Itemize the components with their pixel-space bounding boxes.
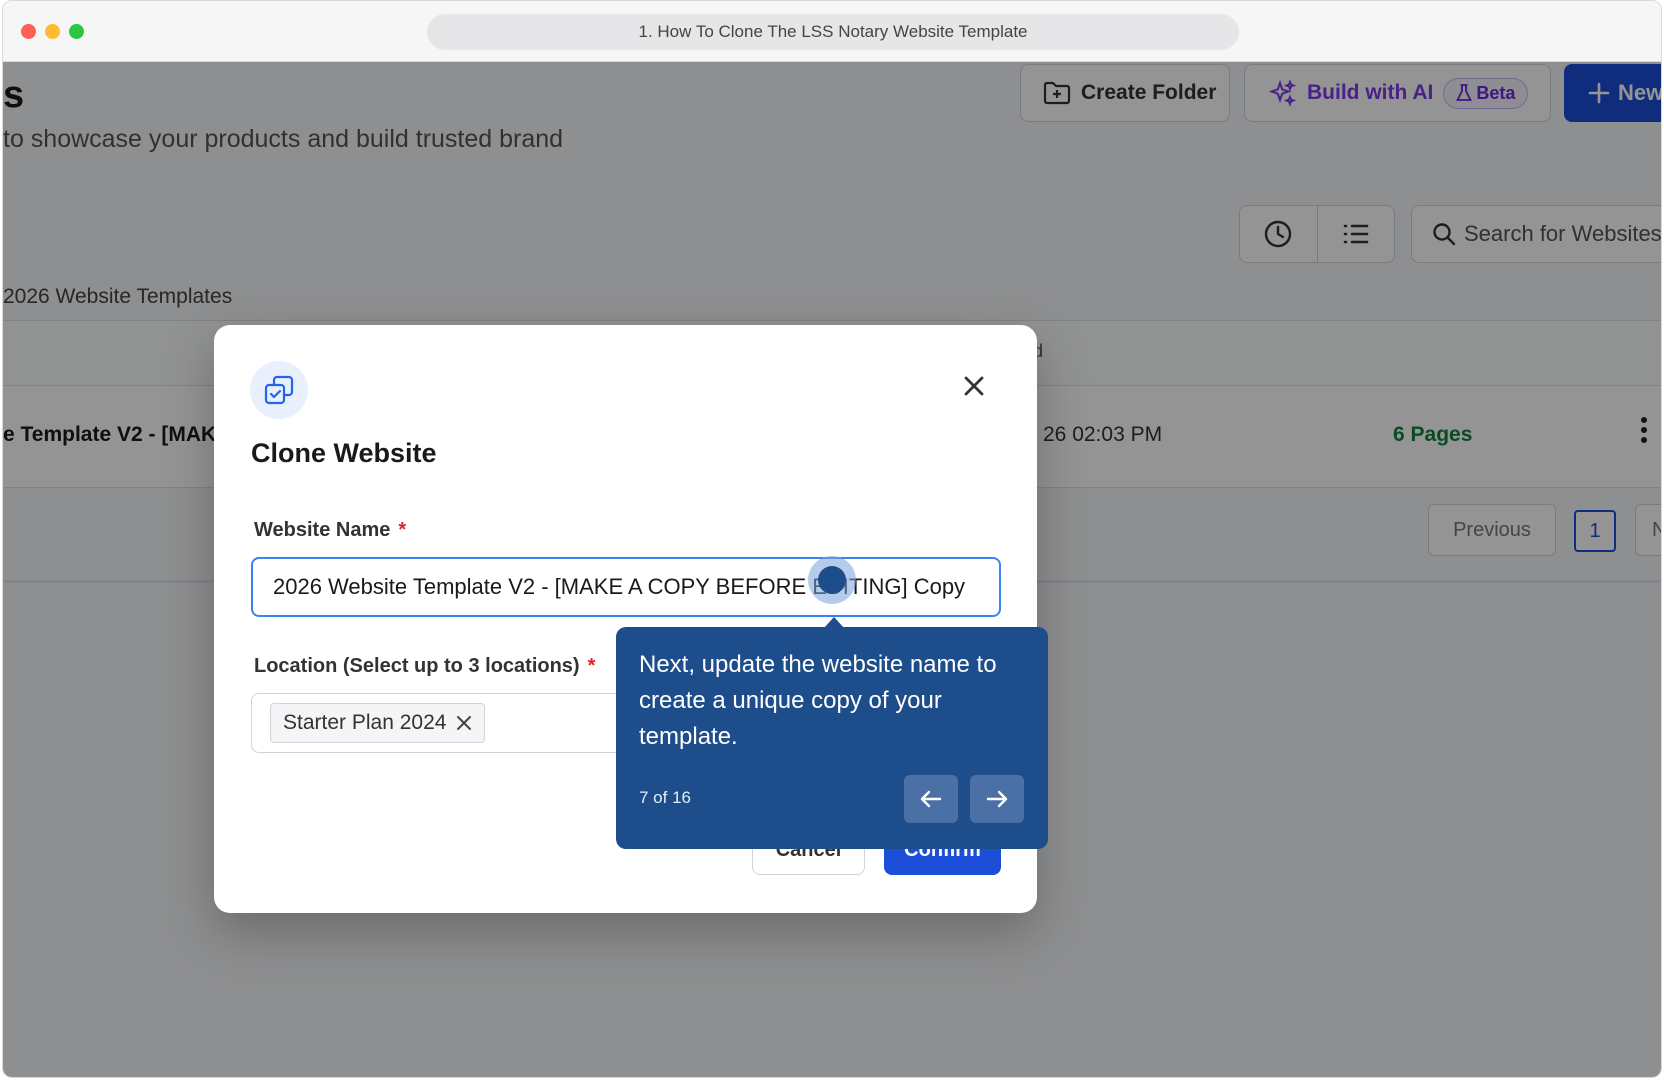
tab-title[interactable]: 1. How To Clone The LSS Notary Website T… (427, 14, 1239, 50)
tooltip-previous-button[interactable] (904, 775, 958, 823)
maximize-window-button[interactable] (69, 24, 84, 39)
arrow-left-icon (920, 790, 942, 808)
website-name-field[interactable]: 2026 Website Template V2 - [MAKE A COPY … (251, 557, 1001, 617)
tooltip-step-counter: 7 of 16 (639, 788, 691, 807)
close-window-button[interactable] (21, 24, 36, 39)
location-label: Location (Select up to 3 locations) * (254, 655, 595, 678)
modal-close-button[interactable] (959, 371, 989, 401)
modal-title: Clone Website (251, 438, 437, 468)
title-bar: 1. How To Clone The LSS Notary Website T… (3, 1, 1661, 62)
location-chip-label: Starter Plan 2024 (283, 711, 447, 734)
copy-check-icon (264, 375, 294, 405)
tooltip-next-button[interactable] (970, 775, 1024, 823)
minimize-window-button[interactable] (45, 24, 60, 39)
arrow-right-icon (986, 790, 1008, 808)
location-chip: Starter Plan 2024 (270, 703, 486, 743)
modal-icon-wrap (250, 361, 308, 419)
website-name-label-text: Website Name (254, 519, 391, 541)
guide-hotspot-dot (818, 566, 846, 594)
required-marker: * (587, 655, 596, 677)
required-marker: * (398, 519, 407, 541)
guide-tooltip: Next, update the website name to create … (616, 627, 1048, 849)
guide-hotspot[interactable] (808, 556, 856, 604)
close-icon (964, 376, 984, 396)
location-label-text: Location (Select up to 3 locations) (254, 655, 580, 677)
x-icon[interactable] (456, 715, 472, 731)
tooltip-text: Next, update the website name to create … (639, 651, 997, 750)
website-name-label: Website Name * (254, 519, 406, 542)
